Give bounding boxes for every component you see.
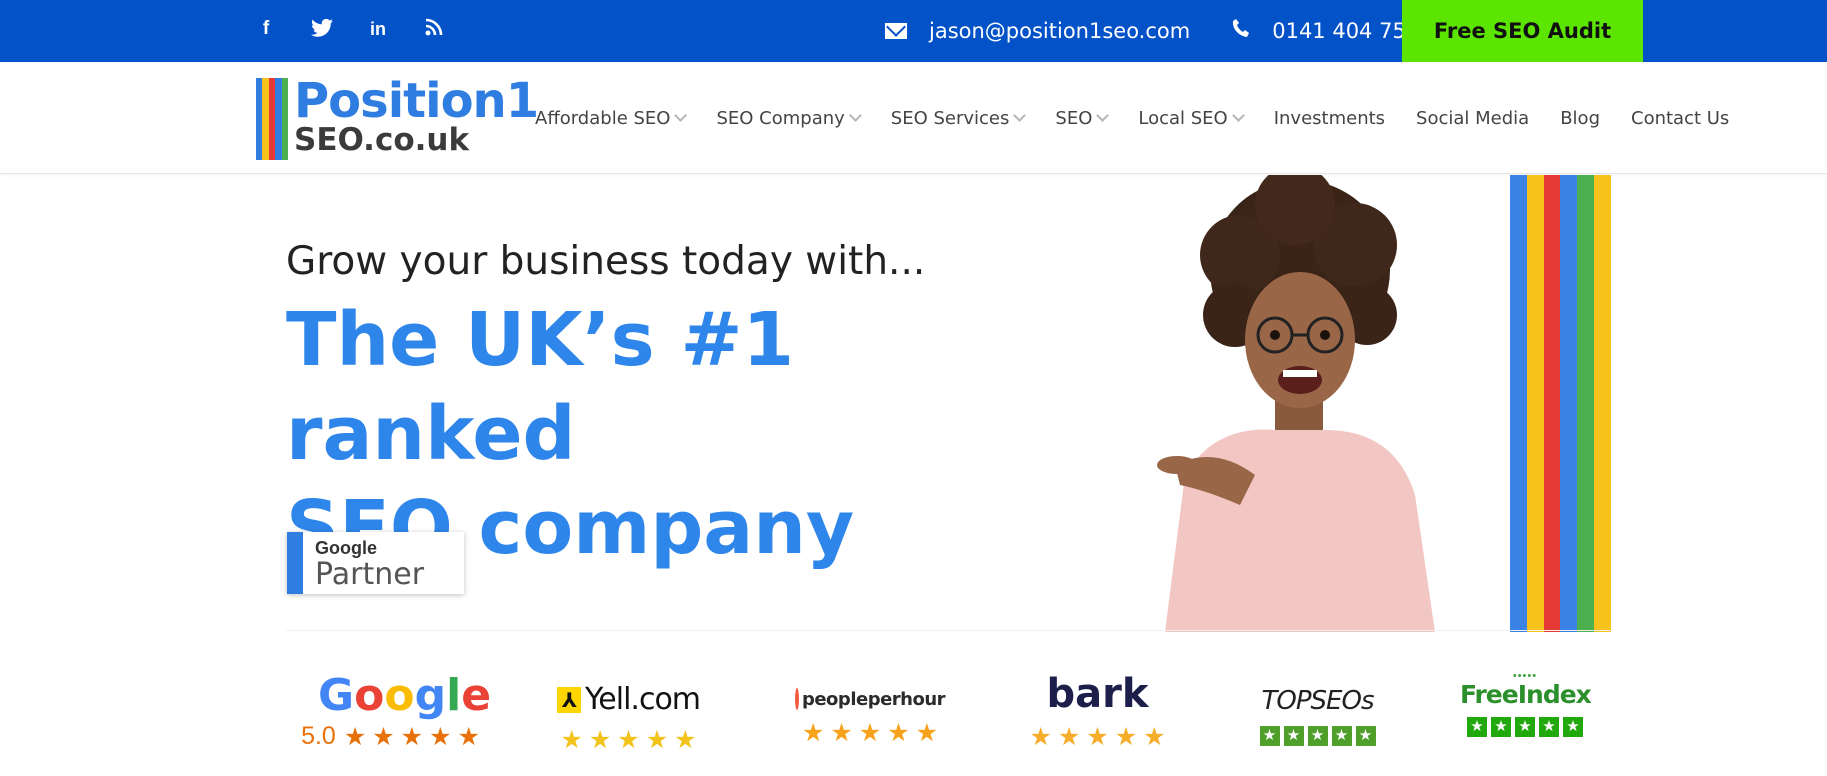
social-links: f in [255, 18, 445, 40]
star-rating: ★ ★ ★ ★ ★ [1029, 723, 1166, 751]
google-score: 5.0 [301, 722, 336, 750]
nav-item-blog[interactable]: Blog [1560, 108, 1600, 129]
twitter-icon[interactable] [311, 18, 333, 40]
facebook-icon[interactable]: f [255, 18, 277, 40]
nav-item-label: SEO [1055, 107, 1093, 129]
nav-item-label: SEO Services [890, 107, 1010, 129]
linkedin-icon[interactable]: in [367, 18, 389, 40]
hero-color-stripes [1510, 175, 1611, 632]
hero-kicker: Grow your business today with... [286, 239, 926, 284]
nav-item-label: Local SEO [1138, 107, 1228, 129]
nav-item-contact-us[interactable]: Contact Us [1631, 108, 1729, 129]
email-link[interactable]: jason@position1seo.com [929, 19, 1190, 43]
nav-item-social-media[interactable]: Social Media [1416, 108, 1529, 129]
hero-title-line-1: The UK’s #1 ranked [286, 297, 794, 477]
nav-item-local-seo[interactable]: Local SEO [1138, 107, 1245, 129]
nav-item-label: SEO Company [716, 107, 845, 129]
chevron-down-icon [674, 109, 688, 122]
chevron-down-icon [1096, 109, 1110, 122]
nav-item-seo-services[interactable]: SEO Services [890, 107, 1027, 129]
bark-logo: bark [1046, 671, 1149, 717]
yell-label: Yell.com [584, 682, 701, 717]
main-navbar: Position1 SEO.co.uk Affordable SEO SEO C… [0, 62, 1827, 174]
nav-item-label: Affordable SEO [535, 107, 671, 129]
contact-info: jason@position1seo.com 0141 404 7515 [885, 0, 1433, 62]
nav-item-seo[interactable]: SEO [1055, 107, 1110, 129]
site-logo[interactable]: Position1 SEO.co.uk [256, 76, 539, 160]
peopleperhour-logo: peopleperhour [794, 688, 946, 710]
logo-line-1: Position1 [294, 73, 539, 129]
top-bar: f in jason@position1seo.com 0141 404 751… [0, 0, 1827, 62]
star-rating: ★ ★ ★ ★ ★ [343, 722, 480, 751]
chevron-down-icon [1231, 109, 1245, 122]
yell-icon: ⅄ [556, 686, 581, 713]
nav-item-label: Blog [1560, 107, 1600, 129]
logo-stripes [256, 78, 289, 160]
chevron-down-icon [848, 109, 862, 122]
nav-item-affordable-seo[interactable]: Affordable SEO [535, 107, 688, 129]
nav-menu: Affordable SEO SEO Company SEO Services … [535, 62, 1729, 174]
badge-partner-label: Partner [315, 557, 425, 592]
badge-bar [287, 532, 303, 594]
smiley-icon [794, 688, 799, 710]
freeindex-logo: FreeIndex [1460, 680, 1592, 709]
hero-divider [286, 630, 1611, 631]
review-peopleperhour[interactable]: peopleperhour ★ ★ ★ ★ ★ [794, 688, 946, 747]
google-rating: 5.0 ★ ★ ★ ★ ★ [301, 722, 480, 751]
nav-item-label: Investments [1273, 107, 1386, 129]
badge-google-label: Google [315, 538, 377, 558]
free-seo-audit-button[interactable]: Free SEO Audit [1402, 0, 1643, 62]
envelope-icon [885, 23, 907, 39]
phone-icon [1232, 18, 1250, 44]
nav-item-investments[interactable]: Investments [1274, 108, 1385, 129]
review-platforms: Google 5.0 ★ ★ ★ ★ ★ ⅄ Yell.com ★ ★ ★ ★ ★ peoplep… [0, 660, 1827, 776]
star-rating: ★ ★ ★ ★ ★ [1460, 717, 1590, 737]
nav-item-label: Social Media [1416, 107, 1530, 129]
logo-line-2: SEO.co.uk [294, 122, 470, 158]
topseos-logo: TOPSEOs [1261, 686, 1375, 716]
google-logo: Google [318, 670, 492, 721]
google-partner-badge: Google Partner [287, 532, 464, 594]
peopleperhour-label: peopleperhour [801, 688, 946, 710]
nav-item-seo-company[interactable]: SEO Company [716, 107, 862, 129]
review-google[interactable]: Google 5.0 ★ ★ ★ ★ ★ [301, 670, 492, 751]
review-yell[interactable]: ⅄ Yell.com ★ ★ ★ ★ ★ [556, 682, 701, 753]
review-freeindex[interactable]: ••••• FreeIndex ★ ★ ★ ★ ★ [1460, 670, 1592, 737]
star-rating: ★ ★ ★ ★ ★ [560, 726, 697, 754]
star-rating: ★ ★ ★ ★ ★ [1250, 726, 1385, 746]
woman-pointing-image [1157, 175, 1435, 632]
yell-logo: ⅄ Yell.com [556, 682, 701, 717]
nav-item-label: Contact Us [1631, 107, 1730, 129]
chevron-down-icon [1013, 109, 1027, 122]
freeindex-dots: ••••• [1512, 670, 1538, 682]
review-bark[interactable]: bark ★ ★ ★ ★ ★ [1025, 672, 1170, 750]
star-rating: ★ ★ ★ ★ ★ [801, 719, 939, 747]
hero-banner[interactable]: Grow your business today with... The UK’… [0, 175, 1827, 632]
review-topseos[interactable]: TOPSEOs ★ ★ ★ ★ ★ [1250, 686, 1385, 746]
rss-icon[interactable] [423, 18, 445, 40]
